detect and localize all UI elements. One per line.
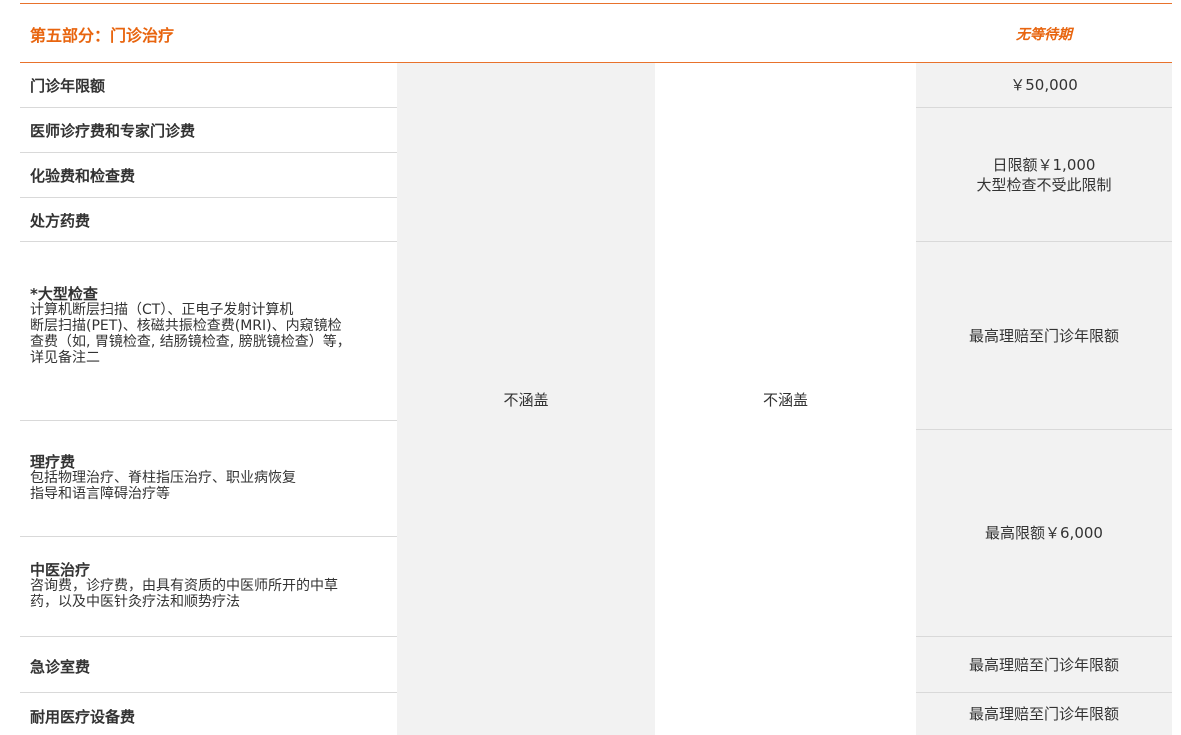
- row-title: 化验费和检查费: [30, 167, 136, 185]
- plan-column-2: 不涵盖: [655, 63, 916, 735]
- row-desc-line: 包括物理治疗、脊柱指压治疗、职业病恢复: [30, 470, 296, 486]
- row-tcm: 中医治疗 咨询费，诊疗费，由具有资质的中医师所开的中草 药，以及中医针灸疗法和顺…: [30, 562, 395, 610]
- row-divider: [20, 241, 397, 242]
- major-exam-limit-cell: 最高理赔至门诊年限额: [916, 242, 1172, 429]
- row-physiotherapy: 理疗费 包括物理治疗、脊柱指压治疗、职业病恢复 指导和语言障碍治疗等: [30, 454, 395, 502]
- physio-tcm-limit-value: 最高限额￥6,000: [985, 524, 1103, 542]
- not-covered-text: 不涵盖: [503, 390, 549, 409]
- row-divider: [20, 636, 397, 637]
- row-divider: [20, 420, 397, 421]
- not-covered-text: 不涵盖: [762, 390, 808, 409]
- row-desc-line: 计算机断层扫描（CT）、正电子发射计算机: [30, 302, 294, 318]
- row-title: 处方药费: [30, 212, 91, 230]
- row-title: 医师诊疗费和专家门诊费: [30, 122, 196, 140]
- daily-limit-line: 日限额￥1,000: [992, 155, 1096, 174]
- row-divider: [20, 197, 397, 198]
- major-exam-limit-value: 最高理赔至门诊年限额: [968, 326, 1119, 345]
- annual-limit-cell: ￥50,000: [916, 63, 1172, 107]
- row-desc-line: 查费（如, 胃镜检查, 结肠镜检查, 膀胱镜检查）等，: [30, 334, 351, 350]
- row-title: 门诊年限额: [30, 77, 106, 95]
- row-title: 耐用医疗设备费: [30, 708, 136, 726]
- daily-limit-cell: 日限额￥1,000 大型检查不受此限制: [916, 108, 1172, 241]
- row-divider: [20, 692, 397, 693]
- row-desc-line: 指导和语言障碍治疗等: [30, 486, 170, 502]
- row-major-exams: *大型检查 计算机断层扫描（CT）、正电子发射计算机 断层扫描(PET)、核磁共…: [30, 286, 395, 366]
- row-lab-fees: 化验费和检查费: [30, 168, 395, 184]
- equipment-limit-cell: 最高理赔至门诊年限额: [916, 693, 1172, 735]
- physio-tcm-limit-cell: 最高限额￥6,000: [916, 430, 1172, 636]
- row-desc-line: 断层扫描(PET)、核磁共振检查费(MRI)、内窥镜检: [30, 318, 342, 334]
- row-divider: [20, 536, 397, 537]
- equipment-limit-value: 最高理赔至门诊年限额: [968, 705, 1119, 723]
- top-rule: [20, 3, 1172, 4]
- plan-column-3: ￥50,000 日限额￥1,000 大型检查不受此限制 最高理赔至门诊年限额 最…: [916, 63, 1172, 735]
- row-title: 理疗费: [30, 453, 76, 471]
- row-title: 中医治疗: [30, 561, 91, 579]
- section-title: 第五部分：门诊治疗: [30, 26, 175, 45]
- row-emergency-room: 急诊室费: [30, 659, 395, 675]
- waiting-period-label: 无等待期: [1016, 27, 1072, 43]
- annual-limit-value: ￥50,000: [1010, 76, 1078, 94]
- emergency-limit-value: 最高理赔至门诊年限额: [968, 655, 1119, 674]
- daily-limit-line: 大型检查不受此限制: [976, 175, 1112, 194]
- row-divider: [20, 107, 397, 108]
- row-prescription-fees: 处方药费: [30, 213, 395, 229]
- row-title: 急诊室费: [30, 658, 91, 676]
- row-annual-limit: 门诊年限额: [30, 78, 395, 94]
- row-desc-line: 药，以及中医针灸疗法和顺势疗法: [30, 594, 240, 610]
- row-physician-fees: 医师诊疗费和专家门诊费: [30, 123, 395, 139]
- emergency-limit-cell: 最高理赔至门诊年限额: [916, 637, 1172, 692]
- plan-column-1: 不涵盖: [397, 63, 655, 735]
- row-desc-line: 详见备注二: [30, 350, 100, 366]
- row-desc-line: 咨询费，诊疗费，由具有资质的中医师所开的中草: [30, 578, 338, 594]
- row-medical-equipment: 耐用医疗设备费: [30, 709, 395, 725]
- row-title: *大型检查: [30, 285, 98, 303]
- row-divider: [20, 152, 397, 153]
